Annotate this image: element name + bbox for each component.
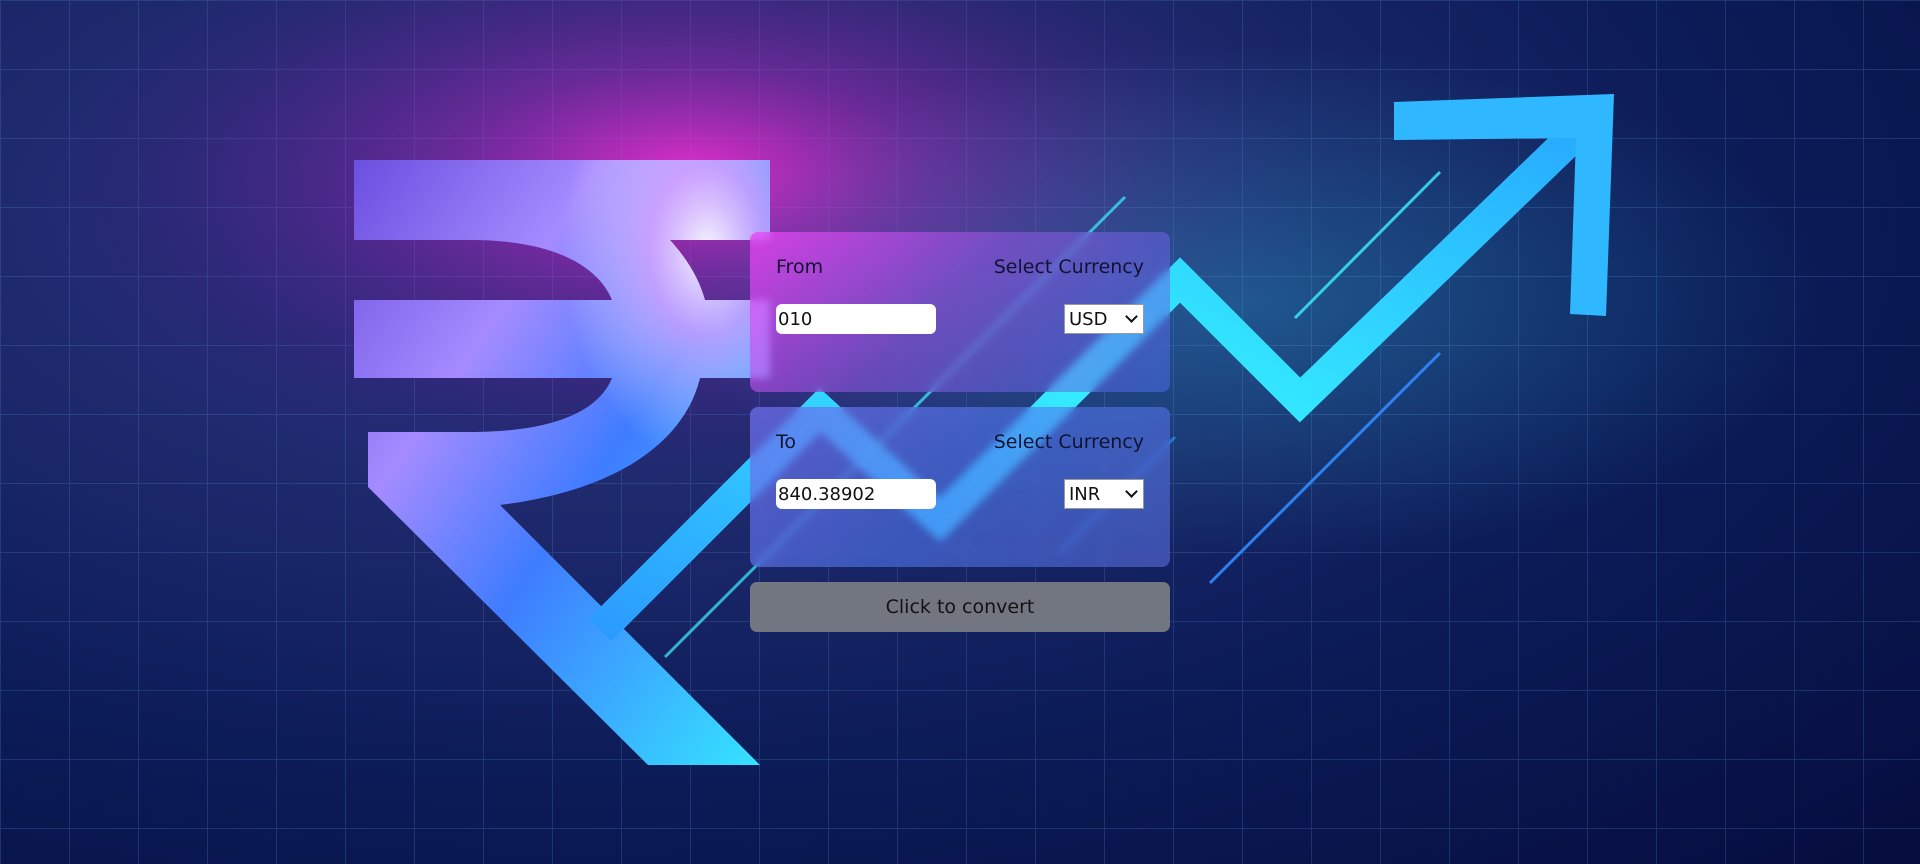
to-label: To: [776, 431, 797, 453]
chevron-down-icon: [1125, 485, 1138, 498]
convert-button[interactable]: Click to convert: [750, 582, 1170, 632]
to-currency-select[interactable]: INR: [1064, 479, 1144, 509]
to-amount-input[interactable]: [776, 479, 936, 509]
to-currency-value: INR: [1069, 483, 1101, 505]
from-amount-input[interactable]: [776, 304, 936, 334]
to-select-currency-label: Select Currency: [993, 431, 1144, 453]
currency-converter: From Select Currency USD To Select Curre…: [750, 232, 1170, 632]
from-panel: From Select Currency USD: [750, 232, 1170, 392]
chevron-down-icon: [1125, 310, 1138, 323]
to-panel: To Select Currency INR: [750, 407, 1170, 567]
from-select-currency-label: Select Currency: [993, 256, 1144, 278]
from-currency-select[interactable]: USD: [1064, 304, 1144, 334]
from-currency-value: USD: [1069, 308, 1108, 330]
from-label: From: [776, 256, 824, 278]
